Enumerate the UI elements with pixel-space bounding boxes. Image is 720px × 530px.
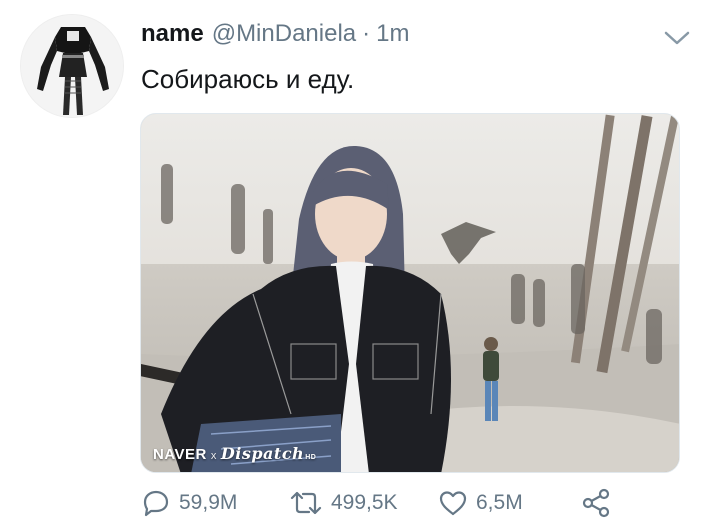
- retweet-button[interactable]: 499,5K: [289, 483, 398, 523]
- chevron-down-icon[interactable]: [660, 24, 694, 52]
- like-count: 6,5M: [476, 491, 523, 514]
- tweet-text: Собираюсь и еду.: [141, 64, 355, 94]
- comment-icon: [143, 490, 169, 517]
- watermark-source: Dispatch: [220, 444, 305, 463]
- avatar-image: [21, 15, 123, 117]
- author-handle[interactable]: @MinDaniela: [212, 20, 356, 48]
- tweet-timestamp[interactable]: 1m: [376, 20, 409, 48]
- like-button[interactable]: 6,5M: [438, 483, 523, 523]
- tweet-photo[interactable]: NAVER x Dispatch HD: [140, 113, 680, 473]
- watermark-separator: x: [210, 450, 217, 462]
- photo-watermark: NAVER x Dispatch HD: [153, 444, 316, 463]
- avatar[interactable]: [20, 14, 124, 118]
- watermark-hd: HD: [305, 454, 317, 461]
- retweet-icon: [290, 491, 322, 515]
- heart-icon: [439, 491, 467, 516]
- author-name[interactable]: name: [141, 20, 204, 48]
- photo-image: [141, 114, 679, 472]
- separator-dot: ·: [362, 20, 371, 47]
- tweet-actions: 59,9M 499,5K 6,5M: [141, 483, 641, 523]
- share-icon: [582, 488, 610, 518]
- watermark-brand: NAVER: [153, 446, 207, 463]
- share-button[interactable]: [581, 483, 621, 523]
- tweet-header: name @MinDaniela · 1m: [141, 20, 409, 52]
- reply-button[interactable]: 59,9M: [141, 483, 237, 523]
- retweet-count: 499,5K: [331, 491, 398, 514]
- reply-count: 59,9M: [179, 491, 238, 514]
